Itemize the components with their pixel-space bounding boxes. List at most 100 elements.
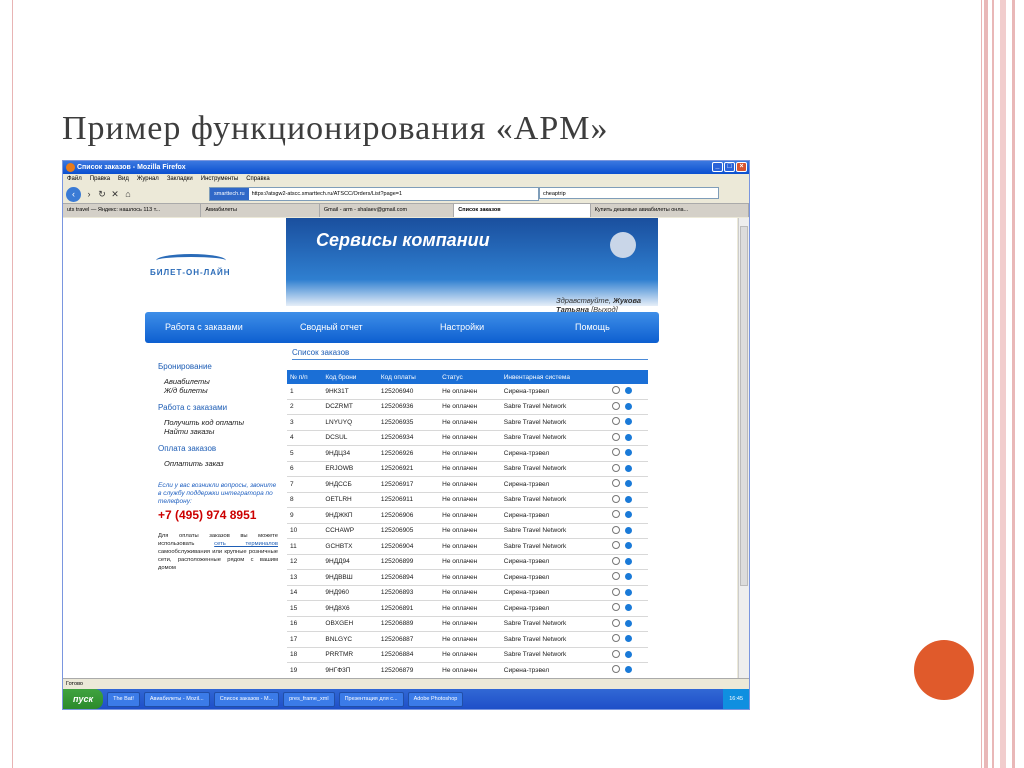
table-row[interactable]: 4 DCSUL 125206934 Не оплачен Sabre Travel Ne… bbox=[287, 430, 648, 446]
forward-icon[interactable]: › bbox=[84, 189, 94, 199]
maximize-icon[interactable]: □ bbox=[724, 162, 735, 172]
menu-item-4[interactable]: Закладки bbox=[167, 174, 193, 185]
sidebar-air[interactable]: Авиабилеты bbox=[158, 377, 278, 386]
details-icon[interactable] bbox=[625, 542, 632, 550]
stop-icon[interactable]: ✕ bbox=[110, 189, 120, 200]
view-icon[interactable] bbox=[612, 401, 620, 410]
details-icon[interactable] bbox=[625, 526, 632, 534]
view-icon[interactable] bbox=[612, 479, 620, 488]
close-icon[interactable]: × bbox=[736, 162, 747, 172]
details-icon[interactable] bbox=[625, 650, 632, 658]
sidebar-find[interactable]: Найти заказы bbox=[158, 427, 278, 436]
tab-4[interactable]: Купить дешевые авиабилеты онла... bbox=[591, 204, 749, 217]
view-icon[interactable] bbox=[612, 417, 620, 426]
minimize-icon[interactable]: _ bbox=[712, 162, 723, 172]
menu-item-5[interactable]: Инструменты bbox=[201, 174, 238, 185]
table-row[interactable]: 1 9НК31Т 125206940 Не оплачен Сирена-трэвел bbox=[287, 384, 648, 400]
taskbar-item-1[interactable]: Авиабилеты - Mozil... bbox=[143, 691, 210, 707]
sidebar-payment[interactable]: Оплата заказов bbox=[158, 444, 278, 453]
start-button[interactable]: пуск bbox=[63, 689, 104, 709]
details-icon[interactable] bbox=[625, 495, 632, 503]
view-icon[interactable] bbox=[612, 634, 620, 643]
search-input[interactable]: cheaptrip bbox=[539, 187, 719, 199]
taskbar-item-3[interactable]: pres_frame_xml bbox=[283, 691, 335, 707]
sidebar-pay[interactable]: Оплатить заказ bbox=[158, 459, 278, 468]
details-icon[interactable] bbox=[625, 511, 632, 519]
table-row[interactable]: 15 9НД8Х6 125206891 Не оплачен Сирена-трэвел bbox=[287, 600, 648, 617]
sidebar-orders[interactable]: Работа с заказами bbox=[158, 403, 278, 412]
details-icon[interactable] bbox=[625, 619, 632, 627]
view-icon[interactable] bbox=[612, 618, 620, 627]
tab-0[interactable]: uts travel — Яндекс: нашлось 113 т... bbox=[63, 204, 202, 217]
terminals-link[interactable]: сеть терминалов bbox=[214, 541, 278, 547]
view-icon[interactable] bbox=[612, 556, 620, 565]
table-row[interactable]: 8 OETLRH 125206911 Не оплачен Sabre Travel N… bbox=[287, 492, 648, 508]
table-row[interactable]: 13 9НДВВШ 125206894 Не оплачен Сирена-трэвел bbox=[287, 569, 648, 586]
table-row[interactable]: 5 9НДЦ34 125206926 Не оплачен Сирена-трэвел bbox=[287, 445, 648, 462]
view-icon[interactable] bbox=[612, 463, 620, 472]
taskbar-item-5[interactable]: Adobe Photoshop bbox=[407, 691, 464, 707]
view-icon[interactable] bbox=[612, 587, 620, 596]
details-icon[interactable] bbox=[625, 449, 632, 457]
tab-2[interactable]: Gmail - arm - shalaev@gmail.com bbox=[320, 204, 455, 217]
details-icon[interactable] bbox=[625, 402, 632, 410]
view-icon[interactable] bbox=[612, 494, 620, 503]
details-icon[interactable] bbox=[625, 635, 632, 643]
details-icon[interactable] bbox=[625, 666, 632, 674]
site-identity[interactable]: smarttech.ru bbox=[210, 188, 249, 200]
table-row[interactable]: 6 ERJOWB 125206921 Не оплачен Sabre Travel N… bbox=[287, 461, 648, 477]
details-icon[interactable] bbox=[625, 480, 632, 488]
menu-item-0[interactable]: Файл bbox=[67, 174, 82, 185]
table-row[interactable]: 16 OBXGEH 125206889 Не оплачен Sabre Travel … bbox=[287, 616, 648, 632]
table-row[interactable]: 17 BNLGYC 125206887 Не оплачен Sabre Travel … bbox=[287, 631, 648, 648]
details-icon[interactable] bbox=[625, 464, 632, 472]
home-icon[interactable]: ⌂ bbox=[123, 189, 133, 199]
view-icon[interactable] bbox=[612, 665, 620, 674]
scrollbar-thumb[interactable] bbox=[740, 226, 748, 586]
table-row[interactable]: 9 9НДЖКП 125206906 Не оплачен Сирена-трэвел bbox=[287, 507, 648, 524]
menu-item-2[interactable]: Вид bbox=[118, 174, 129, 185]
taskbar-item-2[interactable]: Список заказов - M... bbox=[213, 691, 280, 707]
table-row[interactable]: 14 9НД960 125206893 Не оплачен Сирена-трэвел bbox=[287, 585, 648, 601]
view-icon[interactable] bbox=[612, 541, 620, 550]
view-icon[interactable] bbox=[612, 432, 620, 441]
view-icon[interactable] bbox=[612, 603, 620, 612]
view-icon[interactable] bbox=[612, 448, 620, 457]
details-icon[interactable] bbox=[625, 418, 632, 426]
nav-summary[interactable]: Сводный отчет bbox=[300, 322, 363, 332]
details-icon[interactable] bbox=[625, 588, 632, 596]
table-row[interactable]: 7 9НДССБ 125206917 Не оплачен Сирена-трэвел bbox=[287, 476, 648, 493]
table-row[interactable]: 3 LNYUYQ 125206935 Не оплачен Sabre Travel N… bbox=[287, 414, 648, 431]
menu-item-6[interactable]: Справка bbox=[246, 174, 270, 185]
view-icon[interactable] bbox=[612, 572, 620, 581]
sidebar-rail[interactable]: Ж/д билеты bbox=[158, 386, 278, 395]
table-row[interactable]: 11 GCHBTX 125206904 Не оплачен Sabre Travel … bbox=[287, 538, 648, 555]
details-icon[interactable] bbox=[625, 557, 632, 565]
tab-1[interactable]: Авиабилеты bbox=[201, 204, 320, 217]
details-icon[interactable] bbox=[625, 387, 632, 395]
logo[interactable]: БИЛЕТ-ОН-ЛАЙН bbox=[136, 218, 286, 306]
url-bar[interactable]: smarttech.ru https://atsgw2-atscc.smartte… bbox=[209, 187, 539, 201]
table-row[interactable]: 19 9НГФ3П 125206879 Не оплачен Сирена-трэвел bbox=[287, 662, 648, 678]
details-icon[interactable] bbox=[625, 573, 632, 581]
sidebar-get-code[interactable]: Получить код оплаты bbox=[158, 418, 278, 427]
tab-3[interactable]: Список заказов bbox=[454, 204, 591, 217]
table-row[interactable]: 18 PRRTMR 125206884 Не оплачен Sabre Travel … bbox=[287, 647, 648, 663]
reload-icon[interactable]: ↻ bbox=[97, 189, 107, 200]
back-icon[interactable]: ‹ bbox=[66, 186, 81, 202]
view-icon[interactable] bbox=[612, 649, 620, 658]
taskbar-item-4[interactable]: Презентация для с... bbox=[338, 691, 404, 707]
nav-help[interactable]: Помощь bbox=[575, 322, 610, 332]
table-row[interactable]: 12 9НДД94 125206899 Не оплачен Сирена-трэвел bbox=[287, 554, 648, 570]
details-icon[interactable] bbox=[625, 433, 632, 441]
view-icon[interactable] bbox=[612, 510, 620, 519]
sidebar-booking[interactable]: Бронирование bbox=[158, 362, 278, 371]
table-row[interactable]: 2 DCZRMT 125206936 Не оплачен Sabre Travel N… bbox=[287, 399, 648, 415]
view-icon[interactable] bbox=[612, 386, 620, 395]
taskbar-item-0[interactable]: The Bat! bbox=[107, 691, 140, 707]
vertical-scrollbar[interactable] bbox=[738, 218, 749, 678]
view-icon[interactable] bbox=[612, 525, 620, 534]
menu-item-3[interactable]: Журнал bbox=[137, 174, 159, 185]
nav-settings[interactable]: Настройки bbox=[440, 322, 484, 332]
table-row[interactable]: 10 CCHAWP 125206905 Не оплачен Sabre Travel … bbox=[287, 523, 648, 539]
